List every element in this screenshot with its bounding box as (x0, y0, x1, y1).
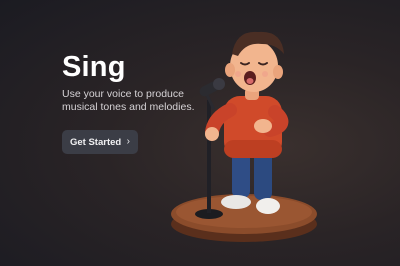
right-hand (254, 119, 272, 133)
chevron-right-icon: › (126, 136, 130, 147)
singer-illustration (171, 31, 317, 242)
microphone-head (213, 78, 225, 90)
left-shoe (221, 195, 251, 209)
right-shoe (256, 198, 280, 214)
page-title: Sing (62, 51, 126, 83)
get-started-button[interactable]: Get Started › (62, 130, 138, 154)
onboarding-screen: Sing Use your voice to produce musical t… (0, 0, 400, 266)
left-ear (225, 63, 235, 77)
left-hand (205, 127, 219, 141)
get-started-label: Get Started (70, 136, 122, 148)
right-ear (273, 65, 283, 79)
mic-stand-pole (207, 100, 211, 213)
